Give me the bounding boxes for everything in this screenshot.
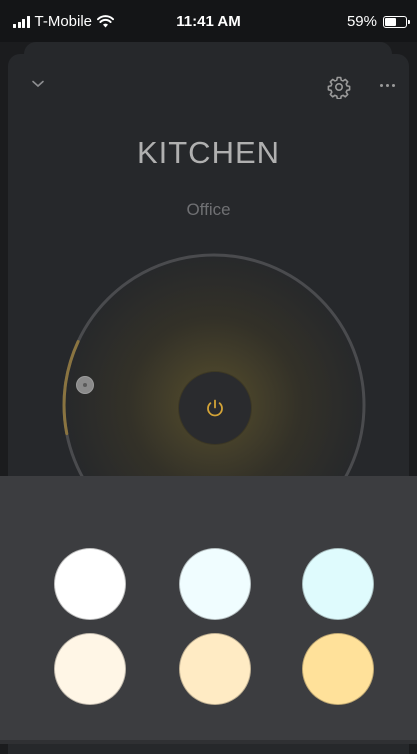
color-swatch[interactable] [179, 548, 251, 620]
color-swatch[interactable] [302, 548, 374, 620]
status-bar: T-Mobile 11:41 AM 59% [0, 0, 417, 42]
color-swatch[interactable] [54, 548, 126, 620]
color-swatch[interactable] [302, 633, 374, 705]
home-indicator-area [0, 740, 417, 744]
color-swatch[interactable] [54, 633, 126, 705]
power-button[interactable] [179, 372, 251, 444]
color-swatch[interactable] [179, 633, 251, 705]
brightness-slider-handle[interactable] [76, 376, 94, 394]
power-icon [207, 399, 223, 417]
battery-level [385, 17, 396, 26]
battery-percent: 59% [346, 13, 377, 30]
battery-icon [383, 15, 410, 28]
status-right: 59% [346, 13, 410, 30]
color-preset-tray [0, 476, 417, 744]
